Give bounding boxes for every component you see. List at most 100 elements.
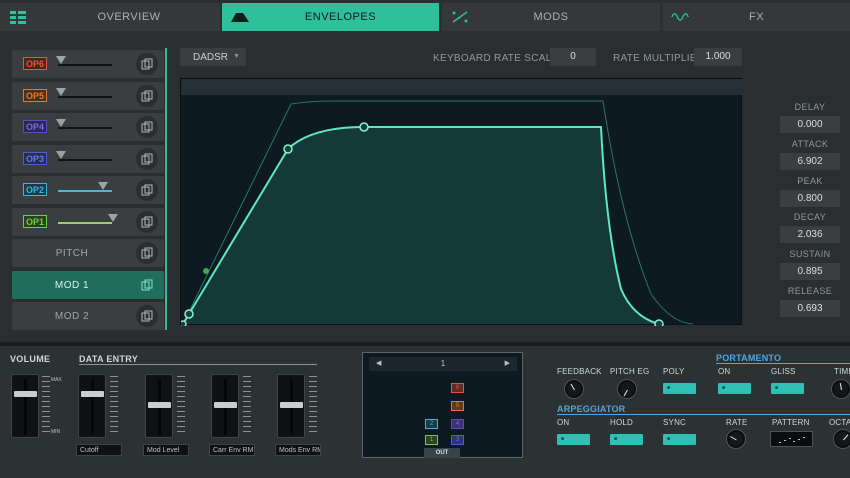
fader-cap[interactable]: [280, 402, 303, 409]
operator-level-slider[interactable]: [58, 64, 112, 66]
tab-fx[interactable]: FX: [663, 3, 850, 31]
param-sustain-value[interactable]: 0.895: [780, 263, 840, 280]
portamento-divider: [716, 363, 850, 364]
arp-octave-label: OCTAVE: [829, 418, 850, 427]
slider-handle[interactable]: [108, 214, 118, 222]
copy-button[interactable]: [136, 116, 158, 138]
attack-node[interactable]: [283, 144, 293, 154]
algorithm-op3: 3: [451, 435, 464, 445]
tab-fx-label: FX: [748, 11, 765, 23]
fader-name-3: Carr Env RM: [209, 444, 255, 456]
attack-curve-node[interactable]: [203, 268, 209, 274]
source-row-mod-1[interactable]: MOD 1: [12, 271, 164, 299]
operator-row-op4[interactable]: OP4: [12, 113, 164, 141]
arp-on-toggle[interactable]: ■: [557, 434, 590, 445]
operator-row-op2[interactable]: OP2: [12, 176, 164, 204]
arp-pattern-display[interactable]: [770, 431, 813, 447]
operator-level-slider[interactable]: [58, 222, 112, 224]
feedback-knob[interactable]: [565, 380, 583, 398]
arp-pattern-label: PATTERN: [772, 418, 810, 427]
param-attack-label: ATTACK: [791, 139, 829, 149]
operator-row-op1[interactable]: OP1: [12, 208, 164, 236]
source-row-mod-2[interactable]: MOD 2: [12, 302, 164, 330]
poly-toggle[interactable]: ■: [663, 383, 696, 394]
operator-level-slider[interactable]: [58, 190, 112, 192]
keyboard-rate-scaling-field[interactable]: 0: [550, 48, 596, 66]
grid-menu-button[interactable]: [0, 3, 38, 31]
tab-overview[interactable]: OVERVIEW: [38, 3, 220, 31]
portamento-heading: PORTAMENTO: [716, 353, 782, 363]
copy-button[interactable]: [136, 85, 158, 107]
envelope-curve-svg: [181, 79, 743, 326]
tab-mods-label: MODS: [533, 11, 569, 23]
copy-button[interactable]: [136, 211, 158, 233]
fader-cap[interactable]: [14, 391, 37, 397]
arp-rate-knob[interactable]: [727, 430, 745, 448]
data-entry-fader-4[interactable]: [277, 374, 305, 438]
operator-level-slider[interactable]: [58, 127, 112, 129]
copy-button[interactable]: [136, 179, 158, 201]
param-delay-value[interactable]: 0.000: [780, 116, 840, 133]
decay-node[interactable]: [359, 122, 369, 132]
fader-cap[interactable]: [81, 391, 104, 397]
source-row-pitch[interactable]: PITCH: [12, 239, 164, 267]
envelope-graph[interactable]: [180, 78, 743, 326]
param-decay-value[interactable]: 2.036: [780, 226, 840, 243]
volume-fader[interactable]: [11, 374, 39, 438]
copy-button[interactable]: [136, 53, 158, 75]
algorithm-output: OUT: [424, 448, 460, 458]
fader-name-2: Mod Level: [143, 444, 189, 456]
envelope-type-value: DADSR: [193, 52, 229, 63]
arp-octave-knob[interactable]: [834, 430, 850, 448]
envelope-type-dropdown[interactable]: DADSR ▼: [180, 48, 246, 66]
arp-hold-toggle[interactable]: ■: [610, 434, 643, 445]
operator-badge: OP5: [23, 89, 47, 102]
slider-handle[interactable]: [56, 88, 66, 96]
copy-button[interactable]: [136, 274, 158, 296]
arp-sync-label: SYNC: [663, 418, 687, 427]
portamento-time-knob[interactable]: [832, 380, 850, 398]
data-entry-fader-2[interactable]: [145, 374, 173, 438]
tab-envelopes[interactable]: ENVELOPES: [222, 3, 439, 31]
operator-level-slider[interactable]: [58, 159, 112, 161]
arpeggiator-heading: ARPEGGIATOR: [557, 404, 626, 414]
data-entry-fader-1[interactable]: [78, 374, 106, 438]
param-sustain-label: SUSTAIN: [789, 249, 831, 259]
rate-multiplier-field[interactable]: 1.000: [694, 48, 742, 66]
gliss-toggle[interactable]: ■: [771, 383, 804, 394]
param-decay-label: DECAY: [793, 212, 827, 222]
copy-button[interactable]: [136, 242, 158, 264]
pitch-eg-label: PITCH EG: [610, 367, 650, 376]
algorithm-selector: ◀ 1 ▶: [369, 357, 517, 371]
algorithm-next-button[interactable]: ▶: [505, 359, 510, 367]
copy-button[interactable]: [136, 305, 158, 327]
param-peak-value[interactable]: 0.800: [780, 190, 840, 207]
data-entry-divider: [79, 364, 317, 365]
copy-icon: [141, 58, 153, 70]
copy-button[interactable]: [136, 148, 158, 170]
pitch-eg-knob[interactable]: [618, 380, 636, 398]
data-entry-fader-3[interactable]: [211, 374, 239, 438]
param-delay-label: DELAY: [794, 102, 826, 112]
fader-cap[interactable]: [148, 402, 171, 409]
operator-row-op6[interactable]: OP6: [12, 50, 164, 78]
envelope-editor-panel: OP6 OP5 OP4 OP3 OP2 OP1 PITCH MOD 1 MOD …: [0, 33, 850, 342]
slider-handle[interactable]: [56, 151, 66, 159]
release-node[interactable]: [654, 319, 664, 326]
delay-node[interactable]: [184, 309, 194, 319]
tab-mods[interactable]: MODS: [442, 3, 660, 31]
operator-row-op3[interactable]: OP3: [12, 145, 164, 173]
slider-handle[interactable]: [98, 182, 108, 190]
volume-max-label: MAX: [51, 377, 62, 383]
param-release-value[interactable]: 0.693: [780, 300, 840, 317]
param-attack-value[interactable]: 6.902: [780, 153, 840, 170]
slider-handle[interactable]: [56, 119, 66, 127]
start-node[interactable]: [181, 320, 187, 326]
portamento-on-toggle[interactable]: ■: [718, 383, 751, 394]
envelope-source-list: OP6 OP5 OP4 OP3 OP2 OP1 PITCH MOD 1 MOD …: [10, 48, 167, 330]
slider-handle[interactable]: [56, 56, 66, 64]
arp-sync-toggle[interactable]: ■: [663, 434, 696, 445]
operator-level-slider[interactable]: [58, 96, 112, 98]
operator-row-op5[interactable]: OP5: [12, 82, 164, 110]
fader-cap[interactable]: [214, 402, 237, 409]
